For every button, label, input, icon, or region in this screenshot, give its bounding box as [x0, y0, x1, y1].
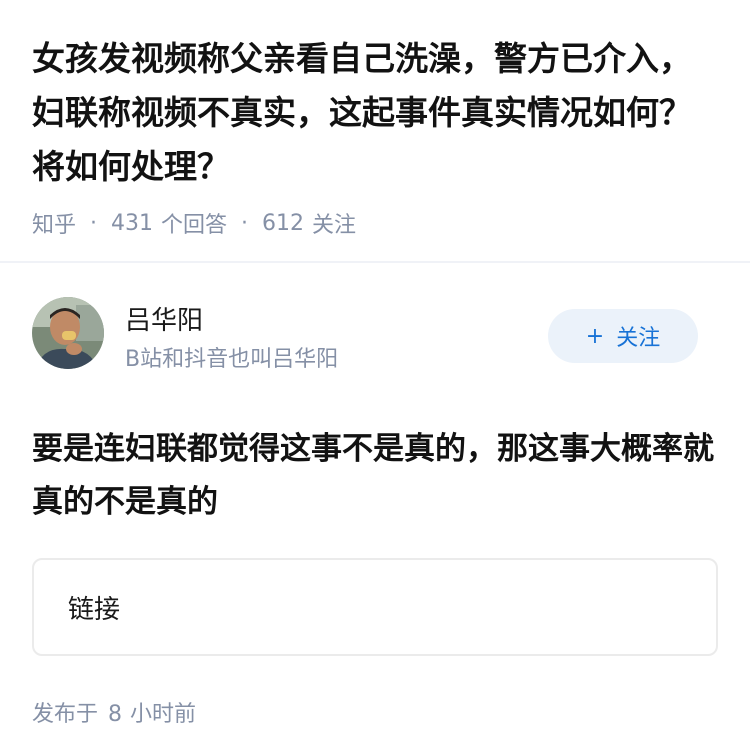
avatar[interactable] [32, 297, 104, 369]
meta-separator: · [90, 210, 98, 236]
answer-count: 431 [111, 210, 154, 236]
posted-time: 发布于 8 小时前 [32, 696, 718, 728]
follow-count-label: 关注 [312, 213, 357, 238]
posted-amount: 8 [108, 702, 123, 727]
follow-count: 612 [262, 210, 305, 236]
question-header: 女孩发视频称父亲看自己洗澡，警方已介入，妇联称视频不真实，这起事件真实情况如何？… [0, 0, 750, 240]
follow-button[interactable]: + 关注 [548, 309, 698, 363]
link-card-label: 链接 [68, 594, 121, 625]
posted-unit: 小时前 [130, 702, 197, 727]
author-row: 吕华阳 B站和抖音也叫吕华阳 + 关注 [0, 263, 750, 372]
author-name[interactable]: 吕华阳 [125, 300, 203, 337]
link-card[interactable]: 链接 [32, 558, 718, 656]
question-meta: 知乎 · 431 个回答 · 612 关注 [32, 206, 718, 240]
avatar-image [32, 297, 104, 369]
follow-button-label: 关注 [616, 326, 661, 351]
posted-prefix: 发布于 [32, 702, 99, 727]
answer-text[interactable]: 要是连妇联都觉得这事不是真的，那这事大概率就真的不是真的 [0, 423, 750, 529]
author-bio: B站和抖音也叫吕华阳 [125, 347, 339, 372]
meta-separator: · [241, 210, 249, 236]
plus-icon: + [585, 323, 605, 349]
question-title[interactable]: 女孩发视频称父亲看自己洗澡，警方已介入，妇联称视频不真实，这起事件真实情况如何？… [32, 32, 718, 194]
source-label[interactable]: 知乎 [32, 207, 76, 239]
answer-count-label: 个回答 [161, 213, 228, 238]
